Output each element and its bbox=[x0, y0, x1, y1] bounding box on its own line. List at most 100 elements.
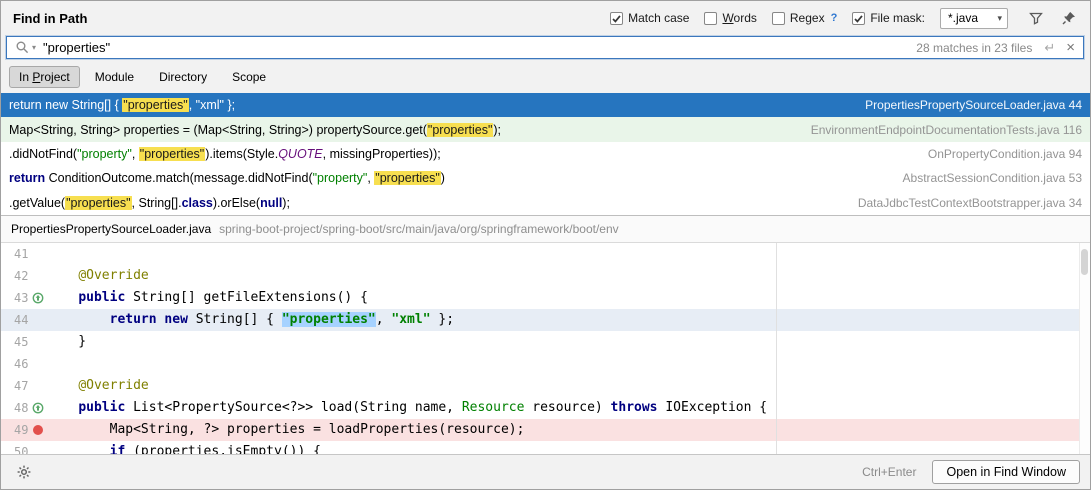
editor-line-49: 49 Map<String, ?> properties = loadPrope… bbox=[1, 419, 1090, 441]
result-row[interactable]: return ConditionOutcome.match(message.di… bbox=[1, 166, 1090, 190]
code-segment: IOException { bbox=[658, 400, 768, 415]
close-icon[interactable]: × bbox=[1066, 40, 1075, 55]
breakpoint-icon[interactable] bbox=[28, 419, 47, 441]
line-number: 50 bbox=[1, 441, 28, 454]
search-icon[interactable]: ▾ bbox=[15, 40, 36, 55]
code-segment: if bbox=[110, 444, 126, 454]
code-segment: resource) bbox=[524, 400, 610, 415]
words-checkbox[interactable] bbox=[704, 12, 717, 25]
match-case-option[interactable]: Match case bbox=[610, 11, 689, 25]
file-mask-checkbox[interactable] bbox=[852, 12, 865, 25]
search-options: Match case Words Regex ? File mask: *.ja… bbox=[610, 8, 1078, 29]
result-location: OnPropertyCondition.java 94 bbox=[912, 147, 1082, 161]
editor-line-44: 44 return new String[] { "properties", "… bbox=[1, 309, 1090, 331]
words-option[interactable]: Words bbox=[704, 11, 756, 25]
line-number: 44 bbox=[1, 309, 28, 331]
code-segment: String[] getFileExtensions() { bbox=[125, 290, 368, 305]
find-in-path-dialog: Find in Path Match case Words Regex ? Fi… bbox=[0, 0, 1091, 490]
file-mask-option[interactable]: File mask: bbox=[852, 11, 925, 25]
editor-scrollbar[interactable] bbox=[1079, 243, 1090, 454]
scope-tab-scope[interactable]: Scope bbox=[222, 66, 276, 88]
code-segment: null bbox=[260, 196, 282, 210]
regex-help-icon[interactable]: ? bbox=[831, 12, 838, 24]
editor-line-48: 48 public List<PropertySource<?>> load(S… bbox=[1, 397, 1090, 419]
result-snippet: return ConditionOutcome.match(message.di… bbox=[9, 171, 445, 185]
line-number: 48 bbox=[1, 397, 28, 419]
pin-icon[interactable] bbox=[1060, 9, 1078, 27]
code-segment: , bbox=[376, 312, 392, 327]
code-segment: .getValue( bbox=[9, 196, 65, 210]
file-mask-combo[interactable]: *.java ▾ bbox=[940, 8, 1008, 29]
code-line: public List<PropertySource<?>> load(Stri… bbox=[47, 397, 767, 419]
dialog-footer: Ctrl+Enter Open in Find Window bbox=[1, 454, 1090, 489]
code-segment bbox=[47, 422, 110, 437]
file-mask-label: File mask: bbox=[870, 11, 925, 25]
words-label: Words bbox=[722, 11, 756, 25]
result-snippet: return new String[] { "properties", "xml… bbox=[9, 98, 235, 112]
result-row[interactable]: .getValue("properties", String[].class).… bbox=[1, 191, 1090, 215]
preview-file-name: PropertiesPropertySourceLoader.java bbox=[11, 222, 211, 236]
gutter-spacer bbox=[28, 265, 47, 287]
regex-checkbox[interactable] bbox=[772, 12, 785, 25]
result-row[interactable]: return new String[] { "properties", "xml… bbox=[1, 93, 1090, 117]
code-segment: , bbox=[132, 147, 139, 161]
dialog-header: Find in Path Match case Words Regex ? Fi… bbox=[1, 1, 1090, 35]
result-file-name: OnPropertyCondition.java bbox=[928, 147, 1065, 161]
result-row[interactable]: .didNotFind("property", "properties").it… bbox=[1, 142, 1090, 166]
search-input[interactable]: ▾ "properties" 28 matches in 23 files ↵ … bbox=[6, 36, 1084, 59]
code-line: public String[] getFileExtensions() { bbox=[47, 287, 368, 309]
editor-preview[interactable]: 4142 @Override43 public String[] getFile… bbox=[1, 243, 1090, 454]
result-location: EnvironmentEndpointDocumentationTests.ja… bbox=[795, 123, 1082, 137]
scrollbar-thumb[interactable] bbox=[1081, 249, 1088, 275]
code-line: @Override bbox=[47, 375, 149, 397]
settings-gear-icon[interactable] bbox=[15, 463, 33, 481]
code-segment: Resource bbox=[462, 400, 525, 415]
override-method-icon[interactable] bbox=[28, 287, 47, 309]
newline-icon[interactable]: ↵ bbox=[1044, 40, 1055, 56]
code-segment: ).items(Style. bbox=[205, 147, 278, 161]
filter-icon[interactable] bbox=[1027, 9, 1045, 27]
preview-header: PropertiesPropertySourceLoader.java spri… bbox=[1, 215, 1090, 243]
scope-tab-in-project[interactable]: In Project bbox=[9, 66, 80, 88]
code-line: return new String[] { "properties", "xml… bbox=[47, 309, 454, 331]
search-query-text: "properties" bbox=[43, 40, 110, 55]
result-snippet: .getValue("properties", String[].class).… bbox=[9, 196, 290, 210]
editor-line-47: 47 @Override bbox=[1, 375, 1090, 397]
regex-option[interactable]: Regex ? bbox=[772, 11, 837, 25]
open-in-find-window-button[interactable]: Open in Find Window bbox=[932, 460, 1080, 484]
code-segment bbox=[47, 268, 78, 283]
line-number: 47 bbox=[1, 375, 28, 397]
result-line-number: 53 bbox=[1069, 171, 1082, 185]
gutter-spacer bbox=[28, 375, 47, 397]
chevron-down-icon: ▾ bbox=[997, 13, 1002, 24]
scope-tab-directory[interactable]: Directory bbox=[149, 66, 217, 88]
code-line: } bbox=[47, 331, 86, 353]
result-row[interactable]: Map<String, String> properties = (Map<St… bbox=[1, 117, 1090, 141]
code-segment bbox=[47, 312, 110, 327]
result-line-number: 34 bbox=[1069, 196, 1082, 210]
result-file-name: DataJdbcTestContextBootstrapper.java bbox=[858, 196, 1065, 210]
code-segment: , "xml" }; bbox=[189, 98, 235, 112]
code-line: if (properties.isEmpty()) { bbox=[47, 441, 321, 454]
code-segment: (properties.isEmpty()) { bbox=[125, 444, 321, 454]
result-file-name: AbstractSessionCondition.java bbox=[903, 171, 1066, 185]
scope-tab-module[interactable]: Module bbox=[85, 66, 144, 88]
match-case-checkbox[interactable] bbox=[610, 12, 623, 25]
code-segment: return new String[] { bbox=[9, 98, 122, 112]
override-method-icon[interactable] bbox=[28, 397, 47, 419]
code-segment: ) bbox=[441, 171, 445, 185]
code-segment bbox=[47, 378, 78, 393]
code-segment: "properties" bbox=[139, 147, 205, 161]
result-snippet: .didNotFind("property", "properties").it… bbox=[9, 147, 441, 161]
gutter-spacer bbox=[28, 441, 47, 454]
regex-label: Regex bbox=[790, 11, 825, 25]
code-segment: ); bbox=[282, 196, 290, 210]
result-location: PropertiesPropertySourceLoader.java 44 bbox=[849, 98, 1082, 112]
line-number: 45 bbox=[1, 331, 28, 353]
code-segment: public bbox=[78, 290, 125, 305]
gutter-spacer bbox=[28, 331, 47, 353]
gutter-spacer bbox=[28, 309, 47, 331]
result-line-number: 44 bbox=[1069, 98, 1082, 112]
result-snippet: Map<String, String> properties = (Map<St… bbox=[9, 123, 501, 137]
editor-line-50: 50 if (properties.isEmpty()) { bbox=[1, 441, 1090, 454]
